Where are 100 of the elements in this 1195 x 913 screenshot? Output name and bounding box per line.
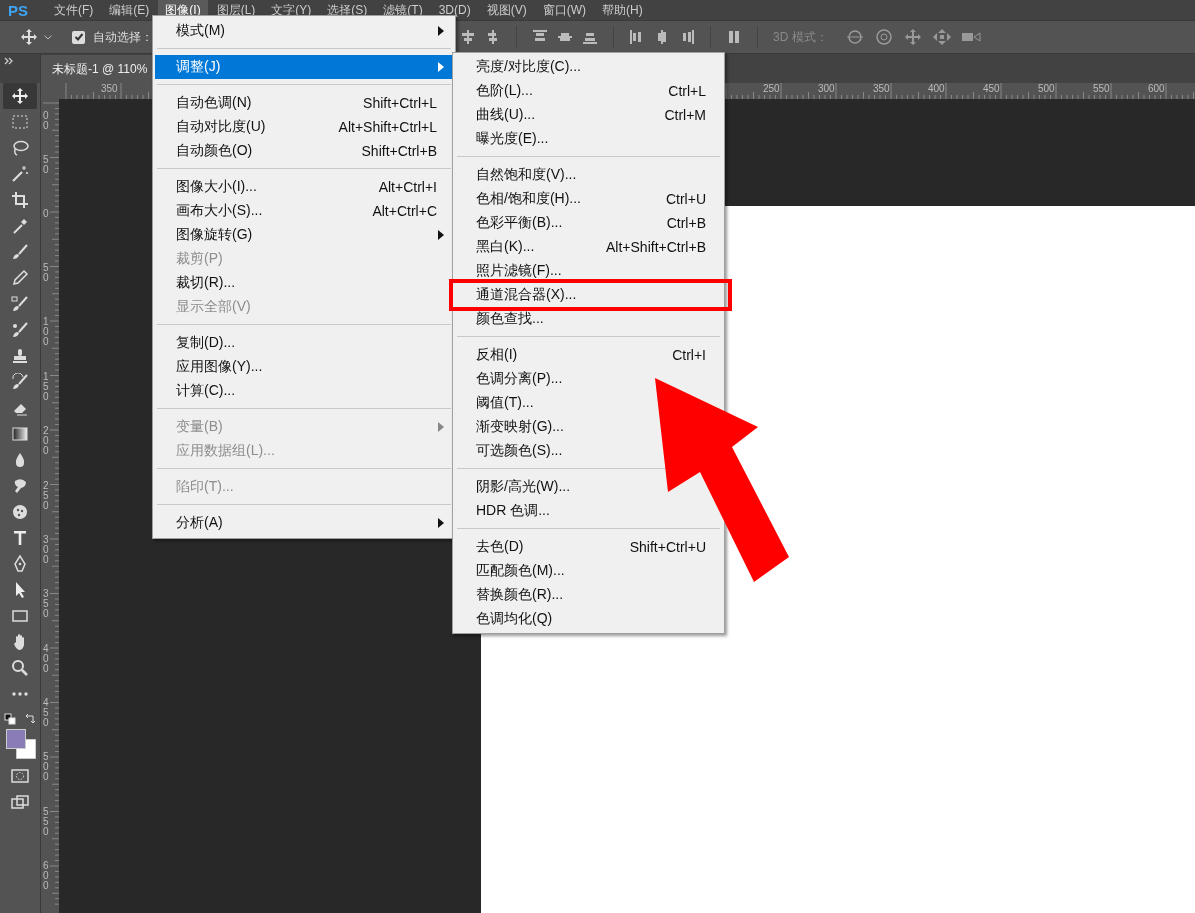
ruler-label: 600: [43, 861, 50, 891]
menu-item-label: 复制(D)...: [176, 334, 237, 352]
menu-item-label: 可选颜色(S)...: [476, 442, 564, 460]
menu-item[interactable]: 视图(V): [479, 0, 534, 21]
ruler-label: 550: [1091, 83, 1110, 94]
menu-item[interactable]: 编辑(E): [102, 0, 157, 21]
menu-item[interactable]: 曝光度(E)...: [455, 127, 722, 151]
menu-item-label: 色彩平衡(B)...: [476, 214, 564, 232]
menu-item[interactable]: 复制(D)...: [155, 331, 453, 355]
menu-item-label: 自动对比度(U): [176, 118, 267, 136]
shortcut-label: Alt+Ctrl+C: [372, 203, 437, 219]
menu-item[interactable]: 计算(C)...: [155, 379, 453, 403]
menu-item-label: 裁剪(P): [176, 250, 224, 268]
menu-item[interactable]: 3D(D): [431, 1, 478, 19]
menu-item-label: 亮度/对比度(C)...: [476, 58, 582, 76]
menu-item-label: 照片滤镜(F)...: [476, 262, 563, 280]
menu-item[interactable]: 帮助(H): [595, 0, 650, 21]
ruler-label: 400: [926, 83, 945, 94]
menu-item-label: 色调分离(P)...: [476, 370, 564, 388]
menu-item-label: 计算(C)...: [176, 382, 237, 400]
menu-item[interactable]: 替换颜色(R)...: [455, 583, 722, 607]
menu-item-label: 自动色调(N): [176, 94, 253, 112]
shortcut-label: Shift+Ctrl+U: [629, 539, 706, 555]
menu-item[interactable]: 去色(D) Shift+Ctrl+U: [455, 535, 722, 559]
ruler-label: 450: [43, 698, 50, 728]
ruler-label: 350: [99, 83, 118, 94]
menu-item[interactable]: 自动对比度(U) Alt+Shift+Ctrl+L: [155, 115, 453, 139]
menu-item[interactable]: 匹配颜色(M)...: [455, 559, 722, 583]
shortcut-label: Alt+Shift+Ctrl+B: [606, 239, 706, 255]
ruler-label: 600: [1146, 83, 1165, 94]
menu-item[interactable]: 色调分离(P)...: [455, 367, 722, 391]
menu-item[interactable]: 画布大小(S)... Alt+Ctrl+C: [155, 199, 453, 223]
menu-item[interactable]: 分析(A): [155, 511, 453, 535]
ruler-label: 0: [43, 209, 50, 219]
ruler-label: 00: [43, 111, 50, 131]
menu-item-label: 色相/饱和度(H)...: [476, 190, 582, 208]
shortcut-label: Shift+Ctrl+B: [361, 143, 437, 159]
menu-item[interactable]: 文件(F): [47, 0, 101, 21]
shortcut-label: Ctrl+U: [665, 191, 706, 207]
menu-item[interactable]: 色调均化(Q): [455, 607, 722, 631]
menu-item-label: 曲线(U)...: [476, 106, 537, 124]
ruler-label: 450: [981, 83, 1000, 94]
shortcut-label: Ctrl+L: [668, 83, 706, 99]
menu-item-label: 应用图像(Y)...: [176, 358, 264, 376]
menu-item[interactable]: 色阶(L)... Ctrl+L: [455, 79, 722, 103]
menu-item[interactable]: 色彩平衡(B)... Ctrl+B: [455, 211, 722, 235]
menu-item[interactable]: HDR 色调...: [455, 499, 722, 523]
menu-item-label: 图像旋转(G): [176, 226, 254, 244]
shortcut-label: Alt+Ctrl+I: [378, 179, 437, 195]
ruler-label: 50: [43, 155, 50, 175]
ruler-label: 500: [1036, 83, 1055, 94]
menu-item-label: 阴影/高光(W)...: [476, 478, 572, 496]
ruler-label: 500: [43, 752, 50, 782]
menu-item[interactable]: 裁切(R)...: [155, 271, 453, 295]
menu-item[interactable]: 黑白(K)... Alt+Shift+Ctrl+B: [455, 235, 722, 259]
menu-item[interactable]: 自然饱和度(V)...: [455, 163, 722, 187]
menu-item[interactable]: 亮度/对比度(C)...: [455, 55, 722, 79]
menu-item-label: 色调均化(Q): [476, 610, 554, 628]
ruler-label: 250: [43, 481, 50, 511]
menu-item[interactable]: 自动颜色(O) Shift+Ctrl+B: [155, 139, 453, 163]
menu-item-label: 渐变映射(G)...: [476, 418, 565, 436]
menu-item-label: 应用数据组(L)...: [176, 442, 276, 460]
ruler-label: 250: [761, 83, 780, 94]
shortcut-label: Alt+Shift+Ctrl+L: [338, 119, 437, 135]
menu-item[interactable]: 阈值(T)...: [455, 391, 722, 415]
ruler-label: 50: [43, 263, 50, 283]
ruler-label: 200: [43, 426, 50, 456]
menu-item-label: 图像大小(I)...: [176, 178, 258, 196]
ruler-label: 100: [43, 317, 50, 347]
menu-item[interactable]: 反相(I) Ctrl+I: [455, 343, 722, 367]
menu-item-label: 显示全部(V): [176, 298, 252, 316]
menu-item-label: 自然饱和度(V)...: [476, 166, 578, 184]
menu-item[interactable]: 照片滤镜(F)...: [455, 259, 722, 283]
menu-item[interactable]: 图像大小(I)... Alt+Ctrl+I: [155, 175, 453, 199]
ruler-label: 150: [43, 372, 50, 402]
menu-item[interactable]: 窗口(W): [535, 0, 593, 21]
shortcut-label: Ctrl+M: [664, 107, 706, 123]
menu-item[interactable]: 调整(J): [155, 55, 453, 79]
menu-item-label: 曝光度(E)...: [476, 130, 550, 148]
shortcut-label: Ctrl+I: [672, 347, 706, 363]
menu-item-label: 画布大小(S)...: [176, 202, 264, 220]
ruler-label: 400: [43, 644, 50, 674]
menu-item-label: 替换颜色(R)...: [476, 586, 565, 604]
menu-item-label: 匹配颜色(M)...: [476, 562, 566, 580]
menu-item[interactable]: 图像旋转(G): [155, 223, 453, 247]
ruler-label: 350: [43, 589, 50, 619]
menu-item-label: 去色(D): [476, 538, 525, 556]
menu-item[interactable]: 颜色查找...: [455, 307, 722, 331]
ruler-label: 300: [43, 535, 50, 565]
ruler-label: 300: [816, 83, 835, 94]
ruler-label: 350: [871, 83, 890, 94]
menu-item[interactable]: 模式(M): [155, 19, 453, 43]
menu-item-label: 通道混合器(X)...: [476, 286, 578, 304]
menu-item-label: 黑白(K)...: [476, 238, 536, 256]
menu-item[interactable]: 应用图像(Y)...: [155, 355, 453, 379]
shortcut-label: Ctrl+B: [666, 215, 706, 231]
shortcut-label: Shift+Ctrl+L: [363, 95, 437, 111]
menu-item[interactable]: 色相/饱和度(H)... Ctrl+U: [455, 187, 722, 211]
menu-item[interactable]: 曲线(U)... Ctrl+M: [455, 103, 722, 127]
menu-item[interactable]: 自动色调(N) Shift+Ctrl+L: [155, 91, 453, 115]
